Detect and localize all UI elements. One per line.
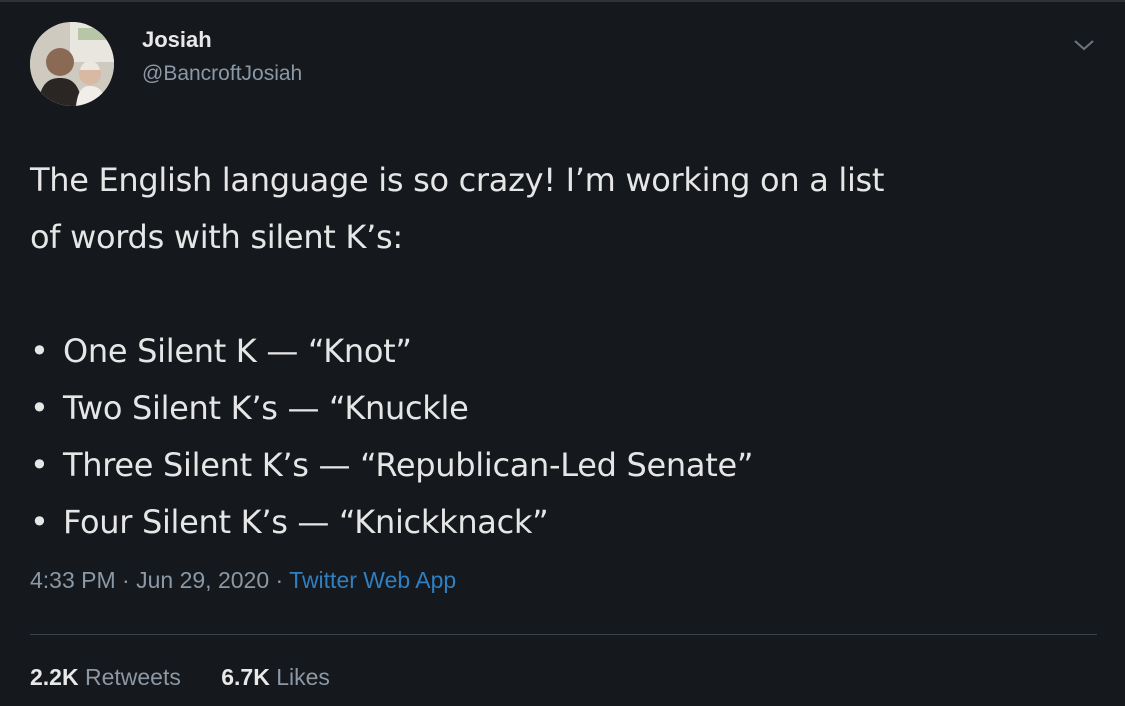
retweets-label: Retweets (84, 664, 181, 690)
chevron-down-icon[interactable] (1071, 36, 1097, 54)
tweet-stats: 2.2K Retweets 6.7K Likes (30, 664, 364, 691)
list-item: • Four Silent K’s — “Knickknack” (30, 494, 1100, 551)
author-name[interactable]: Josiah (142, 26, 302, 54)
list-item-text: One Silent K — “Knot” (63, 332, 412, 370)
tweet-text: The English language is so crazy! I’m wo… (30, 152, 1100, 551)
retweets-stat[interactable]: 2.2K Retweets (30, 664, 181, 690)
likes-label: Likes (276, 664, 330, 690)
tweet-source-link[interactable]: Twitter Web App (289, 567, 456, 593)
likes-count: 6.7K (221, 664, 270, 690)
list-item: • Three Silent K’s — “Republican-Led Sena… (30, 437, 1100, 494)
tweet-intro-line-2: of words with silent K’s: (30, 218, 403, 256)
list-item-text: Four Silent K’s — “Knickknack” (63, 503, 549, 541)
retweets-count: 2.2K (30, 664, 79, 690)
bullet-glyph: • (30, 503, 49, 541)
bullet-glyph: • (30, 332, 49, 370)
silent-k-list: • One Silent K — “Knot” • Two Silent K’s —… (30, 323, 1100, 551)
avatar-photo-icon (30, 22, 114, 106)
tweet-time[interactable]: 4:33 PM (30, 567, 116, 593)
bullet-glyph: • (30, 446, 49, 484)
bullet-glyph: • (30, 389, 49, 427)
user-info: Josiah @BancroftJosiah (142, 26, 302, 88)
tweet-date[interactable]: Jun 29, 2020 (136, 567, 269, 593)
list-item-text: Three Silent K’s — “Republican-Led Senat… (63, 446, 754, 484)
divider (30, 634, 1097, 635)
tweet-header: Josiah @BancroftJosiah (30, 22, 302, 106)
meta-separator: · (122, 567, 130, 593)
tweet-intro-line-1: The English language is so crazy! I’m wo… (30, 161, 885, 199)
tweet-meta: 4:33 PM · Jun 29, 2020 · Twitter Web App (30, 567, 456, 594)
list-item: • One Silent K — “Knot” (30, 323, 1100, 380)
likes-stat[interactable]: 6.7K Likes (221, 664, 330, 690)
tweet-card: Josiah @BancroftJosiah The English langu… (0, 0, 1125, 706)
author-handle[interactable]: @BancroftJosiah (142, 60, 302, 88)
list-item-text: Two Silent K’s — “Knuckle (63, 389, 469, 427)
avatar[interactable] (30, 22, 114, 106)
meta-separator: · (275, 567, 284, 593)
list-item: • Two Silent K’s — “Knuckle (30, 380, 1100, 437)
